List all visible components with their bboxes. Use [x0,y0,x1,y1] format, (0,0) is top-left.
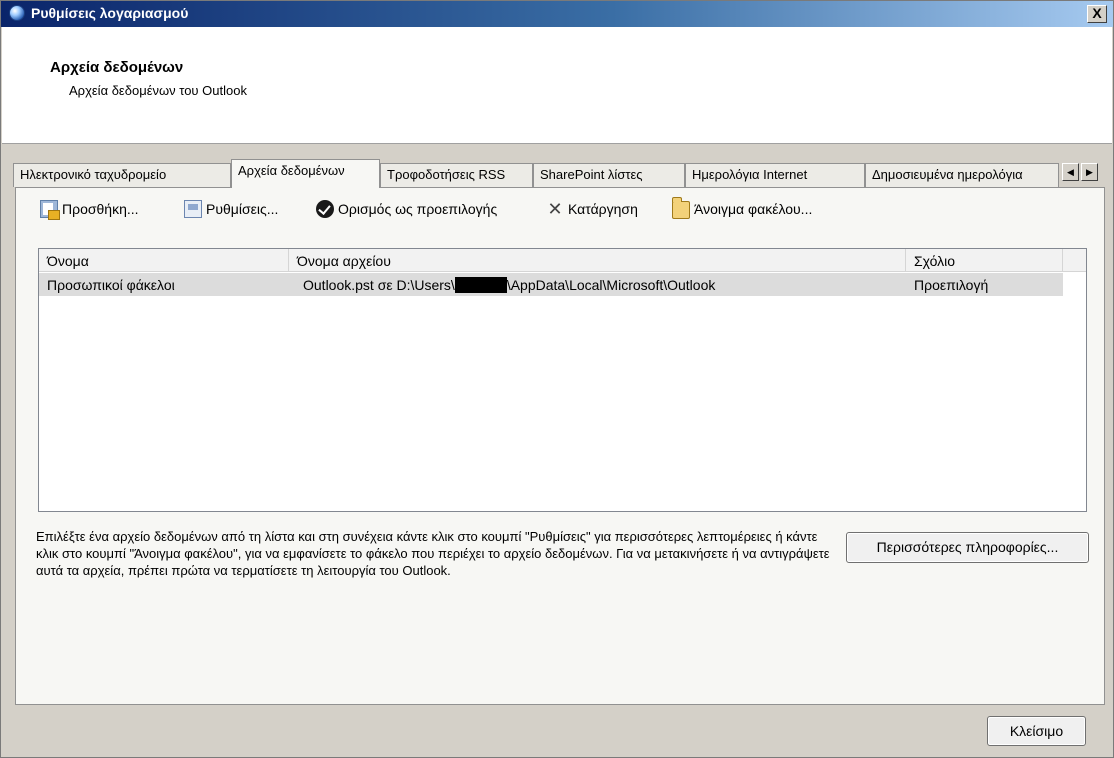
tab-internet-calendars[interactable]: Ημερολόγια Internet [685,163,865,187]
settings-button[interactable]: Ρυθμίσεις... [184,196,278,222]
more-info-button[interactable]: Περισσότερες πληροφορίες... [846,532,1089,563]
row-comment: Προεπιλογή [914,277,989,293]
tab-data-files[interactable]: Αρχεία δεδομένων [231,159,380,188]
page-subtitle: Αρχεία δεδομένων του Outlook [69,83,247,98]
list-header: Όνομα Όνομα αρχείου Σχόλιο [39,249,1086,272]
tab-published-calendars[interactable]: Δημοσιευμένα ημερολόγια [865,163,1059,187]
set-default-button[interactable]: Ορισμός ως προεπιλογής [316,196,497,222]
close-button[interactable]: Κλείσιμο [987,716,1086,746]
add-label: Προσθήκη... [62,201,139,217]
page-header: Αρχεία δεδομένων Αρχεία δεδομένων του Ou… [2,27,1112,144]
tab-email[interactable]: Ηλεκτρονικό ταχυδρομείο [13,163,231,187]
tab-rss-feeds[interactable]: Τροφοδοτήσεις RSS [380,163,533,187]
redacted-username-block [454,277,507,293]
description-text: Επιλέξτε ένα αρχείο δεδομένων από τη λίσ… [36,529,830,578]
settings-label: Ρυθμίσεις... [206,201,279,217]
row-file-path: Outlook.pst σε D:\Users\ \AppData\Local\M… [303,277,715,293]
open-folder-button[interactable]: Άνοιγμα φακέλου... [672,196,812,222]
set-default-label: Ορισμός ως προεπιλογής [338,201,498,217]
data-files-panel: Προσθήκη... Ρυθμίσεις... Ορισμός ως προε… [15,187,1105,705]
remove-x-icon: ✕ [547,199,563,219]
remove-button[interactable]: ✕ Κατάργηση [546,196,638,222]
column-header-file-name[interactable]: Όνομα αρχείου [289,249,906,271]
outlook-app-icon [9,5,25,21]
file-path-prefix: Outlook.pst σε D:\Users\ [303,277,455,293]
table-row[interactable]: Προσωπικοί φάκελοι Outlook.pst σε D:\Use… [39,273,1063,296]
column-header-comment[interactable]: Σχόλιο [906,249,1063,271]
page-title: Αρχεία δεδομένων [50,59,184,76]
account-settings-window: Ρυθμίσεις λογαριασμού X Αρχεία δεδομένων… [0,0,1114,758]
remove-label: Κατάργηση [568,201,638,217]
window-title: Ρυθμίσεις λογαριασμού [31,5,189,21]
file-path-suffix: \AppData\Local\Microsoft\Outlook [506,277,716,293]
open-folder-label: Άνοιγμα φακέλου... [694,201,813,217]
tab-strip: Ηλεκτρονικό ταχυδρομείο Αρχεία δεδομένων… [13,159,1105,188]
add-data-file-icon [40,200,60,220]
data-files-list[interactable]: Όνομα Όνομα αρχείου Σχόλιο Προσωπικοί φά… [38,248,1087,512]
tab-scroll-left-button[interactable]: ◀ [1062,163,1079,181]
folder-icon [672,197,690,219]
row-name: Προσωπικοί φάκελοι [47,277,175,293]
column-header-name[interactable]: Όνομα [39,249,289,271]
title-bar[interactable]: Ρυθμίσεις λογαριασμού X [1,1,1113,27]
tab-scroll-right-button[interactable]: ▶ [1081,163,1098,181]
tab-sharepoint-lists[interactable]: SharePoint λίστες [533,163,685,187]
checkmark-icon [316,200,334,218]
settings-icon [184,200,202,218]
window-close-button[interactable]: X [1087,5,1107,23]
add-button[interactable]: Προσθήκη... [40,196,139,222]
